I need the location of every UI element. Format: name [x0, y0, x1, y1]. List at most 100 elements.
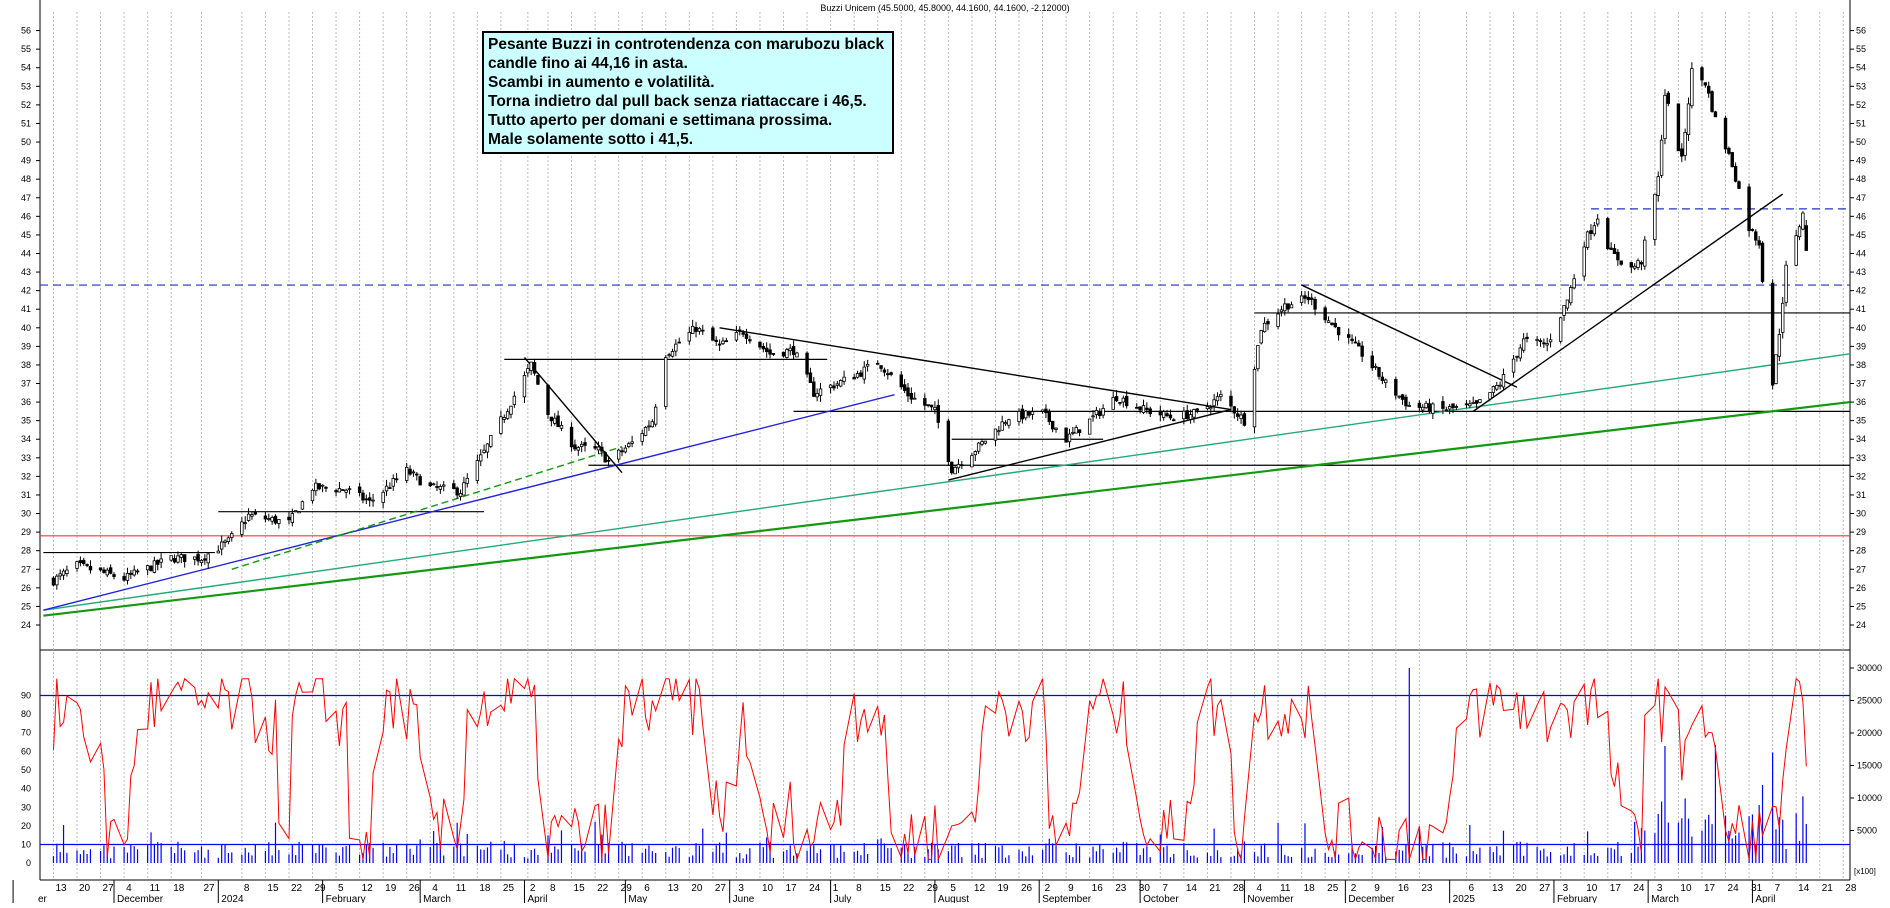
candle-body [1441, 401, 1445, 409]
candle-body [832, 385, 836, 389]
candle-body [1747, 186, 1751, 232]
candle-body [1538, 340, 1543, 343]
y-tick-label-right: 32 [1856, 471, 1866, 481]
y-tick-label-right: 53 [1856, 81, 1866, 91]
candle-body [98, 567, 103, 571]
x-tick-label: 21 [1209, 883, 1221, 894]
candle-body [1737, 181, 1741, 189]
y-tick-label-left: 43 [21, 267, 31, 277]
y-tick-label-right: 42 [1856, 286, 1866, 296]
candle-body [357, 486, 362, 493]
month-label: February [326, 894, 366, 903]
candle-body [364, 498, 369, 501]
candle-body [549, 416, 554, 422]
candle-body [1141, 405, 1146, 413]
y-tick-label-right: 24 [1856, 620, 1866, 630]
candle-body [1713, 111, 1718, 118]
candle-body [1138, 406, 1142, 411]
note-line: Tutto aperto per domani e settimana pros… [488, 112, 833, 129]
candle-body [1781, 302, 1785, 333]
candle-body [630, 441, 634, 444]
candle-body [1377, 366, 1381, 377]
x-tick-label: 28 [1233, 883, 1245, 894]
candle-body [936, 404, 940, 423]
y-tick-label-right: 43 [1856, 267, 1866, 277]
candle-body [1219, 394, 1223, 398]
candle-body [1612, 248, 1617, 255]
candle-body [1407, 405, 1411, 407]
candle-body [1582, 246, 1586, 277]
candle-body [1632, 265, 1637, 269]
oscillator-line [53, 676, 1807, 862]
candle-body [193, 556, 197, 560]
candle-body [431, 483, 436, 486]
candle-body [1077, 429, 1082, 433]
candle-body [805, 352, 809, 375]
osc-tick-label: 70 [21, 728, 31, 738]
month-label: July [834, 894, 852, 903]
note-line: Male solamente sotto i 41,5. [488, 131, 694, 148]
candle-body [408, 468, 412, 475]
candle-body [929, 404, 934, 408]
candle-body [1542, 342, 1546, 345]
x-tick-label: 14 [1186, 883, 1198, 894]
candle-body [1451, 403, 1455, 409]
candle-body [1595, 218, 1600, 225]
y-tick-label-left: 40 [21, 323, 31, 333]
x-tick-label: 26 [409, 883, 421, 894]
candle-body [125, 572, 130, 581]
candle-body [1680, 148, 1684, 157]
candle-body [556, 415, 560, 428]
candle-body [997, 430, 1001, 433]
x-tick-label: 20 [79, 883, 91, 894]
x-tick-label: 22 [597, 883, 609, 894]
x-tick-label: 20 [691, 883, 703, 894]
candle-body [82, 559, 86, 564]
x-tick-label: 16 [1398, 883, 1410, 894]
candle-body [1259, 330, 1263, 344]
x-tick-label: 8 [856, 883, 862, 894]
osc-tick-label: 60 [21, 746, 31, 756]
candle-body [1643, 239, 1647, 267]
candle-body [536, 374, 540, 385]
x-tick-label: 13 [1492, 883, 1504, 894]
x-tick-label: 5 [338, 883, 344, 894]
x-tick-label: 19 [385, 883, 397, 894]
x-tick-label: 4 [1257, 883, 1263, 894]
candle-body [526, 368, 530, 374]
candle-body [388, 487, 392, 489]
candle-body [1417, 402, 1422, 408]
candle-body [785, 349, 789, 359]
y-tick-label-right: 44 [1856, 248, 1866, 258]
candle-body [522, 375, 527, 398]
candle-body [993, 428, 998, 441]
scale-badge: [x100] [1854, 867, 1876, 876]
y-tick-label-left: 26 [21, 583, 31, 593]
candle-body [818, 388, 823, 396]
candle-body [489, 435, 493, 447]
candle-body [455, 487, 459, 496]
candle-body [462, 482, 466, 496]
candle-body [230, 533, 234, 538]
candle-body [51, 577, 56, 586]
candle-body [1545, 343, 1549, 346]
month-label: December [1348, 894, 1395, 903]
trend-line [43, 353, 1851, 611]
x-tick-label: 29 [927, 883, 939, 894]
candle-body [529, 361, 533, 371]
x-tick-label: 29 [315, 883, 327, 894]
x-tick-label: 15 [880, 883, 892, 894]
month-label: March [423, 894, 451, 903]
candle-body [933, 407, 937, 410]
candle-body [149, 565, 153, 572]
candle-body [435, 486, 439, 488]
candle-body [600, 446, 604, 452]
candle-body [1000, 421, 1004, 431]
x-tick-label: 12 [974, 883, 986, 894]
candle-body [1700, 67, 1704, 81]
x-tick-label: 2 [1351, 883, 1357, 894]
candle-body [391, 478, 395, 487]
candle-body [859, 372, 863, 377]
candle-body [1148, 408, 1152, 415]
candle-body [1562, 305, 1566, 316]
